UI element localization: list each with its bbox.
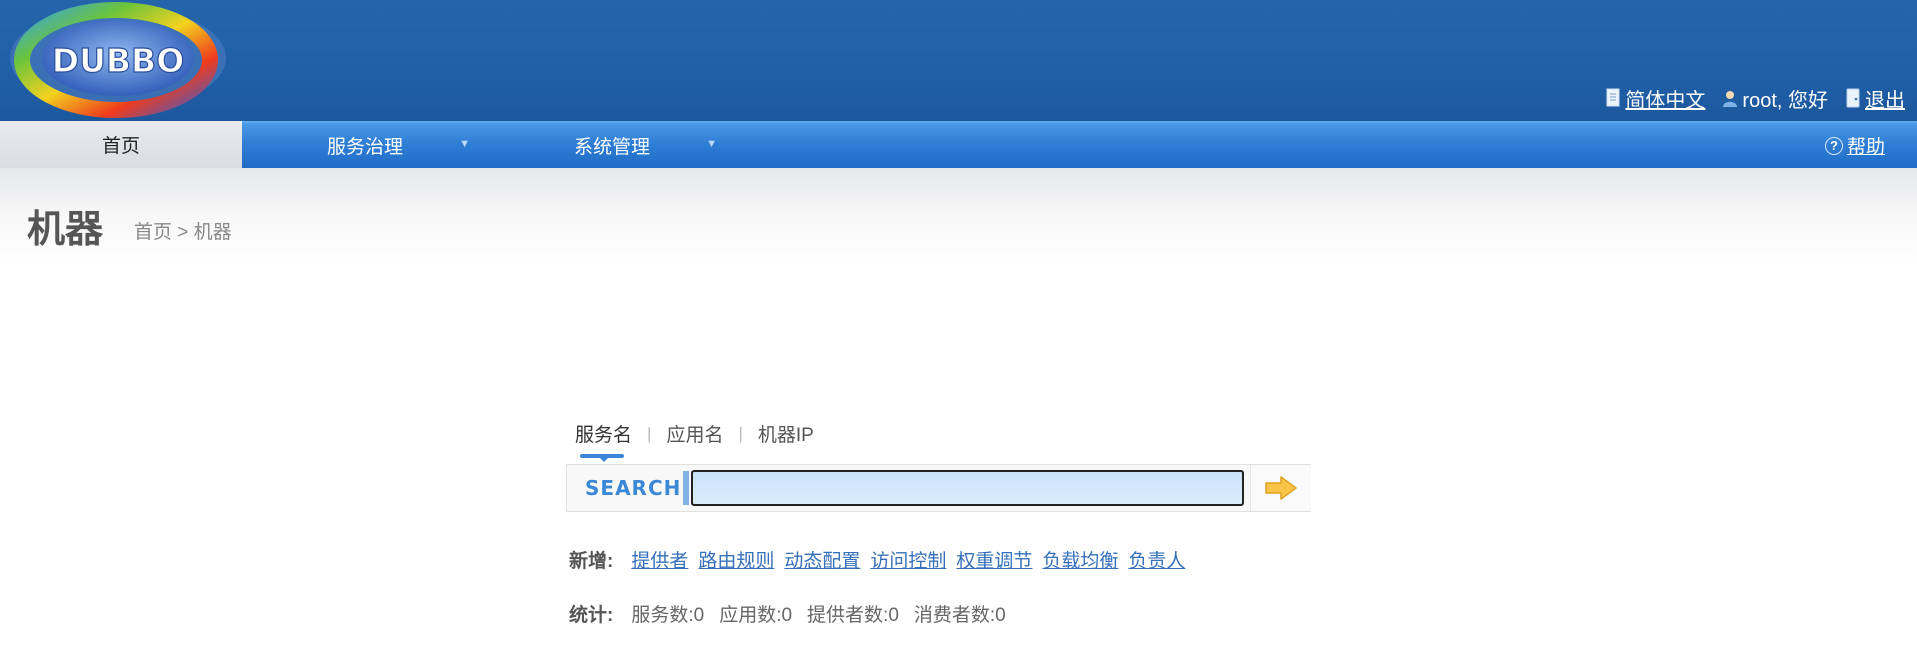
add-route-rule-link[interactable]: 路由规则 — [698, 546, 774, 573]
dubbo-logo[interactable]: DUBBO — [0, 0, 230, 118]
add-provider-link[interactable]: 提供者 — [631, 546, 688, 573]
search-tabs: 服务名 | 应用名 | 机器IP — [575, 420, 814, 462]
tab-label: 机器IP — [757, 425, 814, 446]
search-box: SEARCH — [566, 464, 1311, 512]
add-load-balance-link[interactable]: 负载均衡 — [1042, 546, 1118, 573]
add-dynamic-config-link[interactable]: 动态配置 — [784, 546, 860, 573]
tab-application-name[interactable]: 应用名 — [666, 420, 723, 447]
help-icon: ? — [1824, 136, 1843, 155]
add-weight-link[interactable]: 权重调节 — [956, 546, 1032, 573]
caret-down-icon: ▼ — [459, 138, 470, 150]
stats-row: 统计: 服务数:0 应用数:0 提供者数:0 消费者数:0 — [569, 600, 1021, 627]
svg-text:DUBBO: DUBBO — [52, 41, 185, 80]
breadcrumb: 首页 > 机器 — [134, 222, 232, 243]
stat-consumers: 消费者数:0 — [913, 605, 1006, 626]
help-link[interactable]: 帮助 — [1847, 132, 1885, 159]
nav-item-system-management[interactable]: 系统管理 ▼ — [507, 123, 717, 168]
caret-down-icon: ▼ — [706, 138, 717, 150]
nav-item-home[interactable]: 首页 — [0, 121, 242, 168]
tab-machine-ip[interactable]: 机器IP — [758, 420, 814, 447]
add-row: 新增: 提供者 路由规则 动态配置 访问控制 权重调节 负载均衡 负责人 — [569, 546, 1195, 573]
nav-item-service-governance[interactable]: 服务治理 ▼ — [260, 123, 470, 168]
tab-separator: | — [647, 423, 652, 443]
nav-item-label: 服务治理 — [326, 137, 403, 158]
add-owner-link[interactable]: 负责人 — [1128, 546, 1185, 573]
page-title: 机器 — [27, 209, 104, 251]
main-nav: 首页 服务治理 ▼ 系统管理 ▼ ? 帮助 — [0, 121, 1917, 168]
top-header: DUBBO 简体中文 root, 您好 退出 — [0, 0, 1917, 121]
active-tab-notch — [598, 457, 609, 462]
tab-service-name[interactable]: 服务名 — [575, 420, 633, 462]
user-bar: 简体中文 root, 您好 退出 — [1604, 84, 1905, 112]
stat-providers: 提供者数:0 — [807, 605, 899, 626]
tab-label: 服务名 — [575, 425, 633, 446]
title-band — [0, 168, 1917, 268]
language-link[interactable]: 简体中文 — [1625, 84, 1705, 113]
language-switch[interactable]: 简体中文 — [1604, 84, 1705, 113]
logout-link[interactable]: 退出 — [1865, 84, 1905, 113]
stat-applications: 应用数:0 — [719, 605, 793, 626]
user-greeting: root, 您好 — [1742, 89, 1828, 112]
tab-separator: | — [738, 423, 743, 443]
logout[interactable]: 退出 — [1844, 84, 1905, 113]
user-icon — [1723, 91, 1738, 107]
logout-door-icon — [1846, 88, 1860, 108]
nav-item-label: 系统管理 — [573, 137, 650, 158]
add-label: 新增: — [569, 551, 614, 572]
nav-item-label: 首页 — [101, 136, 140, 157]
arrow-right-icon — [1265, 476, 1297, 500]
search-input-edge — [683, 471, 689, 505]
user-info: root, 您好 — [1721, 84, 1828, 113]
help[interactable]: ? 帮助 — [1824, 123, 1885, 168]
document-icon — [1606, 88, 1620, 107]
add-access-control-link[interactable]: 访问控制 — [870, 546, 946, 573]
search-submit-button[interactable] — [1250, 465, 1311, 511]
stats-label: 统计: — [569, 605, 614, 626]
stat-services: 服务数:0 — [631, 605, 705, 626]
search-input[interactable] — [691, 470, 1244, 506]
tab-label: 应用名 — [666, 425, 724, 446]
search-label: SEARCH — [585, 476, 682, 500]
